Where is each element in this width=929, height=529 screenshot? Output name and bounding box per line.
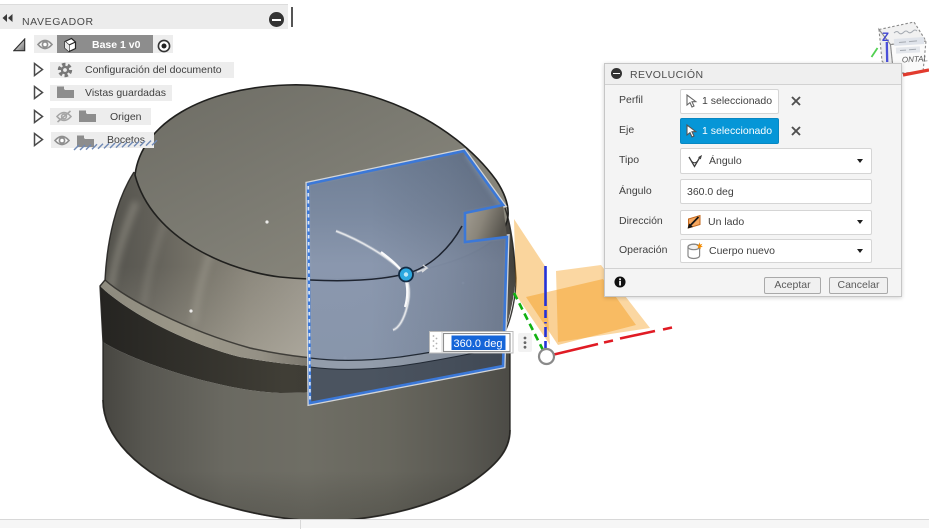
svg-text:ONTAL: ONTAL [902,54,929,64]
svg-text:Z: Z [882,32,889,44]
svg-text:360.0 deg: 360.0 deg [454,338,503,350]
